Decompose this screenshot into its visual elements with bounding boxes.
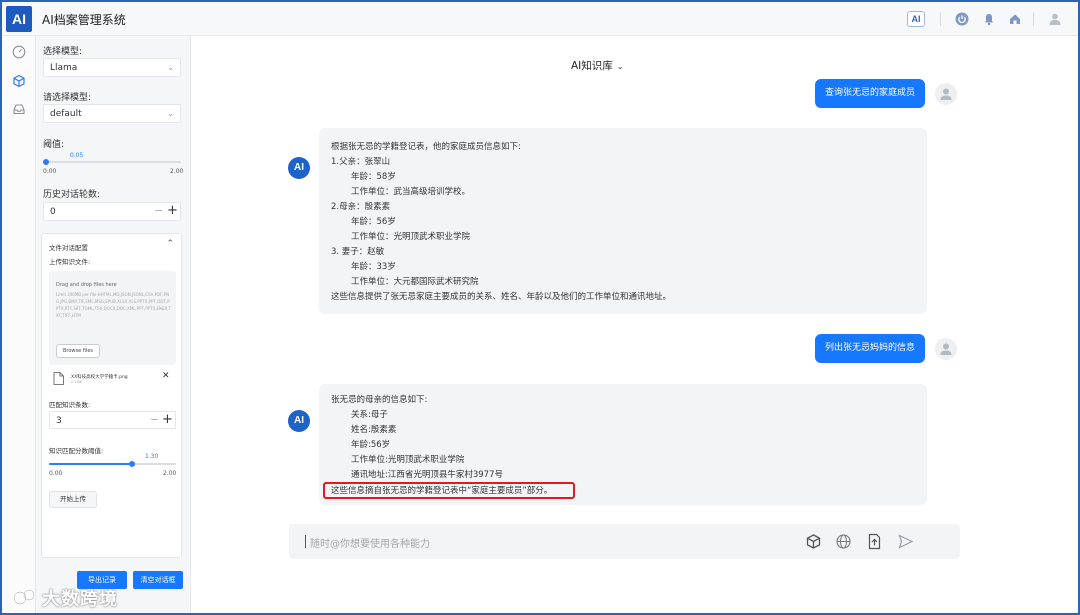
score-min: 0.00 — [49, 470, 63, 477]
file-config-title: 文件对话配置 — [49, 244, 88, 252]
collapse-caret-icon[interactable]: ⌃ — [166, 239, 174, 249]
chat-area: AI知识库 ⌄ 查询张无忌的家庭成员 AI 根据张无忌的学籍登记表，他的家庭成员信… — [191, 36, 1078, 613]
chat-input-placeholder: 随时@你想要使用各种能力 — [310, 539, 430, 550]
chevron-down-icon: ⌄ — [167, 109, 174, 118]
globe-icon[interactable] — [835, 533, 852, 550]
model-select-value: Llama — [50, 63, 78, 73]
threshold-slider[interactable] — [43, 159, 181, 165]
settings-panel: 选择模型: Llama ⌄ 请选择模型: default ⌄ 阈值: 0.05 … — [36, 36, 191, 613]
file-config-panel: 文件对话配置 ⌃ 上传知识文件: Drag and drop files her… — [41, 233, 182, 558]
power-icon[interactable] — [955, 12, 969, 26]
left-rail — [2, 36, 36, 613]
ai-message: 根据张无忌的学籍登记表，他的家庭成员信息如下: 1.父亲：张翠山 年龄：58岁 … — [319, 128, 927, 314]
watermark-logo-icon — [13, 589, 35, 605]
header-divider — [940, 12, 941, 26]
message-line: 年龄：33岁 — [351, 262, 396, 272]
history-rounds-stepper[interactable]: 0 − + — [43, 202, 181, 221]
minus-icon[interactable]: − — [154, 204, 163, 217]
inbox-icon[interactable] — [12, 102, 26, 116]
message-line: 年龄：56岁 — [351, 217, 396, 227]
score-slider-thumb[interactable] — [128, 461, 135, 467]
score-threshold-value: 1.30 — [145, 453, 159, 460]
score-threshold-slider[interactable] — [49, 461, 176, 467]
plus-icon[interactable]: + — [167, 203, 178, 218]
file-dropzone[interactable]: Drag and drop files here Limit 200MB per… — [49, 271, 176, 365]
message-line: 张无忌的母亲的信息如下: — [331, 395, 428, 405]
message-line: 工作单位：武当高级培训学校。 — [351, 187, 471, 197]
cube-icon[interactable] — [12, 74, 26, 88]
home-icon[interactable] — [1008, 12, 1022, 26]
match-count-value: 3 — [56, 416, 62, 426]
history-rounds-label: 历史对话轮数: — [43, 190, 101, 200]
chevron-down-icon: ⌄ — [616, 62, 624, 71]
message-line: 1.父亲：张翠山 — [331, 157, 391, 167]
message-line: 根据张无忌的学籍登记表，他的家庭成员信息如下: — [331, 142, 521, 152]
message-line: 2.母亲：殷素素 — [331, 202, 391, 212]
threshold-slider-thumb[interactable] — [43, 159, 50, 165]
message-line: 工作单位:光明顶武术职业学院 — [351, 455, 465, 465]
score-slider-fill — [49, 463, 132, 465]
ai-avatar: AI — [288, 157, 310, 179]
match-count-stepper[interactable]: 3 − + — [49, 411, 176, 429]
message-line: 年龄:56岁 — [351, 440, 391, 450]
app-window: AI AI档案管理系统 AI 选择模型: Llama ⌄ 请选择模型: defa… — [0, 0, 1080, 615]
dropzone-title: Drag and drop files here — [56, 282, 117, 288]
header-divider — [1033, 12, 1034, 26]
dropzone-file-types: Limit 200MB per file·HHTML,MD,JSON,JSONL… — [56, 292, 171, 318]
remove-file-icon[interactable]: ✕ — [162, 371, 170, 381]
start-upload-button[interactable]: 开始上传 — [49, 491, 97, 508]
message-line: 这些信息提供了张无忌家庭主要成员的关系、姓名、年龄以及他们的工作单位和通讯地址。 — [331, 292, 672, 302]
threshold-value: 0.05 — [70, 152, 84, 159]
model2-select[interactable]: default ⌄ — [43, 104, 181, 123]
top-header: AI AI档案管理系统 AI — [2, 2, 1078, 36]
chat-input-bar[interactable]: 随时@你想要使用各种能力 — [289, 524, 960, 559]
cube-icon[interactable] — [805, 533, 822, 550]
model-select[interactable]: Llama ⌄ — [43, 58, 181, 77]
threshold-min: 0.00 — [43, 168, 57, 175]
knowledge-base-selector[interactable]: AI知识库 ⌄ — [571, 58, 623, 73]
app-title: AI档案管理系统 — [42, 13, 126, 27]
threshold-max: 2.00 — [170, 168, 184, 175]
watermark-text: 大数跨境 — [42, 589, 118, 610]
highlight-box — [323, 482, 575, 499]
uploaded-file-size: 0.1MB — [71, 380, 82, 384]
message-line: 姓名:殷素素 — [351, 425, 397, 435]
dashboard-icon[interactable] — [12, 45, 26, 59]
message-line: 年龄：58岁 — [351, 172, 396, 182]
history-rounds-value: 0 — [50, 207, 56, 217]
user-message: 查询张无忌的家庭成员 — [815, 79, 925, 108]
threshold-label: 阈值: — [43, 140, 65, 150]
text-caret — [305, 535, 306, 548]
match-count-label: 匹配知识条数: — [49, 401, 91, 409]
ai-badge-button[interactable]: AI — [907, 11, 925, 27]
message-line: 关系:母子 — [351, 410, 388, 420]
plus-icon[interactable]: + — [162, 412, 173, 427]
message-line: 通讯地址:江西省光明顶县牛家村3977号 — [351, 470, 503, 480]
chevron-down-icon: ⌄ — [167, 63, 174, 72]
app-logo: AI — [6, 6, 32, 32]
clear-chat-button[interactable]: 清空对话框 — [133, 571, 183, 589]
minus-icon[interactable]: − — [150, 413, 159, 426]
browse-files-button[interactable]: Browse files — [56, 344, 100, 358]
user-avatar-icon — [935, 338, 957, 360]
user-message: 列出张无忌妈妈的信息 — [815, 334, 925, 363]
score-threshold-label: 知识匹配分数阈值: — [49, 447, 104, 455]
message-line: 工作单位：光明顶武术职业学院 — [351, 232, 471, 242]
file-upload-icon[interactable] — [866, 533, 883, 550]
message-line: 工作单位：大元都国际武术研究院 — [351, 277, 479, 287]
message-line: 3. 妻子：赵敏 — [331, 247, 385, 257]
upload-label: 上传知识文件: — [49, 258, 91, 266]
model2-select-label: 请选择模型: — [43, 93, 92, 103]
ai-avatar: AI — [288, 410, 310, 432]
user-avatar-icon — [935, 83, 957, 105]
user-icon[interactable] — [1048, 12, 1062, 26]
model2-select-value: default — [50, 109, 82, 119]
knowledge-base-title: AI知识库 — [571, 60, 613, 72]
file-icon — [53, 372, 64, 385]
send-icon[interactable] — [897, 533, 914, 550]
bell-icon[interactable] — [982, 12, 996, 26]
model-select-label: 选择模型: — [43, 47, 83, 57]
score-max: 2.00 — [163, 470, 177, 477]
